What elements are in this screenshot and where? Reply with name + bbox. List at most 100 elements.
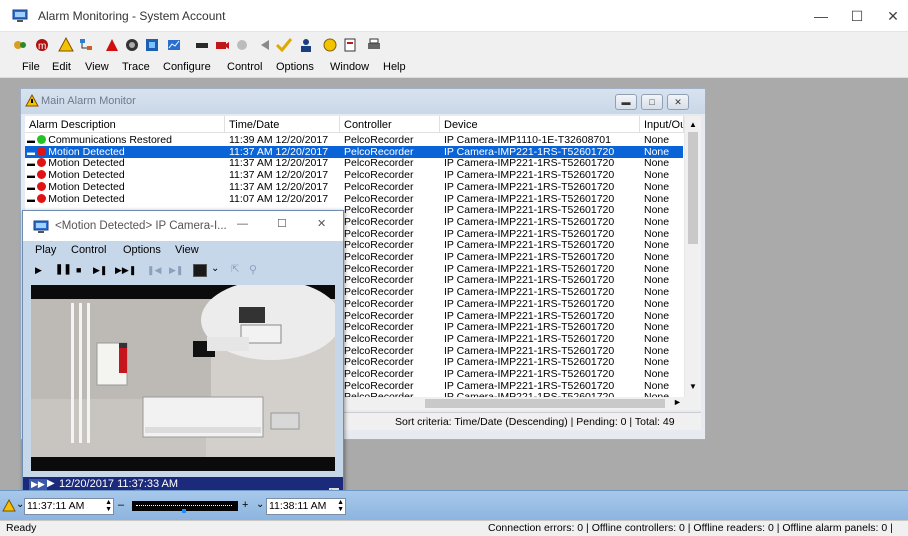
mdi-restore-button[interactable]: □	[641, 94, 663, 110]
status-alarm-icon	[37, 193, 47, 203]
table-row[interactable]: ▬ Motion Detected 11:37 AM 12/20/2017 Pelc…	[25, 145, 683, 158]
frame-forward-icon[interactable]: ▶❚	[169, 265, 183, 276]
mdi-minimize-button[interactable]: ▬	[615, 94, 637, 110]
controller-cell-text: PelcoRecorder	[344, 204, 414, 217]
frame-back-icon[interactable]: ❚◀	[147, 265, 161, 276]
input-output-cell: None	[644, 134, 682, 146]
menu-edit[interactable]: Edit	[52, 61, 71, 73]
input-output-cell-text: None	[644, 332, 670, 345]
controller-cell: PelcoRecorder	[344, 310, 439, 322]
table-row[interactable]: ▬ Motion Detected 11:07 AM 12/20/2017 Pelc…	[25, 193, 683, 205]
controller-cell-text: PelcoRecorder	[344, 227, 414, 240]
end-time-spinner[interactable]: 11:38:11 AM ▲ ▼	[266, 498, 346, 515]
video-maximize-button[interactable]: ☐	[277, 217, 287, 230]
input-output-cell: None	[644, 146, 682, 158]
start-time-spinner[interactable]: 11:37:11 AM ▲ ▼	[24, 498, 114, 515]
graphics-icon[interactable]	[142, 35, 161, 54]
column-header-controller[interactable]: Controller	[340, 116, 440, 133]
controller-cell-text: PelcoRecorder	[344, 332, 414, 345]
device-cell-text: IP Camera-IMP221-1RS-T52601720	[444, 344, 615, 357]
speed-icon[interactable]: ▶▶	[29, 479, 47, 490]
end-range-dropdown-icon[interactable]: ⌄	[256, 499, 264, 510]
status-alarm-icon	[37, 181, 47, 191]
skip-end-icon[interactable]: ▶▶❚	[115, 265, 136, 276]
menu-configure[interactable]: Configure	[163, 61, 211, 73]
hscroll-thumb[interactable]	[425, 399, 665, 408]
alarm-red-icon[interactable]	[102, 35, 121, 54]
pause-icon[interactable]: ❚❚	[55, 264, 72, 275]
report-icon[interactable]	[340, 35, 359, 54]
user-icon[interactable]	[296, 35, 315, 54]
zoom-icon[interactable]: ⚲	[249, 263, 257, 276]
video-menu-play[interactable]: Play	[35, 244, 56, 256]
menu-view[interactable]: View	[85, 61, 109, 73]
video-menu-options[interactable]: Options	[123, 244, 161, 256]
menu-file[interactable]: File	[22, 61, 40, 73]
menu-options[interactable]: Options	[276, 61, 314, 73]
arrow-icon[interactable]	[256, 35, 275, 54]
alarm-description-cell-text: Motion Detected	[48, 192, 125, 205]
device-cell: IP Camera-IMP221-1RS-T52601720	[444, 321, 639, 333]
video-frame[interactable]	[31, 285, 335, 471]
badge-icon[interactable]	[122, 35, 141, 54]
scroll-up-icon[interactable]: ▲	[689, 120, 697, 129]
acknowledge-icon[interactable]	[10, 35, 29, 54]
scroll-thumb[interactable]	[688, 132, 698, 244]
device-cell: IP Camera-IMP221-1RS-T52601720	[444, 157, 639, 169]
chevron-down-icon[interactable]: ⌄	[211, 263, 219, 274]
start-time-value: 11:37:11 AM	[27, 500, 85, 512]
table-row[interactable]: ▬ Communications Restored 11:39 AM 12/20/…	[25, 134, 683, 146]
range-slider-track[interactable]	[132, 501, 238, 513]
menu-window[interactable]: Window	[330, 61, 369, 73]
filter-icon[interactable]: m	[32, 35, 51, 54]
monitor-zone-icon[interactable]	[232, 35, 251, 54]
zoom-in-icon[interactable]: +	[242, 499, 248, 511]
video-minimize-button[interactable]: —	[237, 218, 248, 230]
scroll-down-icon[interactable]: ▼	[689, 382, 697, 391]
time-range-bar: ⌄ 11:37:11 AM ▲ ▼ – + ⌄ 11:38:11 AM ▲ ▼	[0, 490, 908, 520]
alarm-icon[interactable]	[56, 35, 75, 54]
end-spinner-arrows-icon[interactable]: ▲ ▼	[337, 499, 344, 513]
column-header-input-output[interactable]: Input/Ou	[640, 116, 684, 133]
menu-control[interactable]: Control	[227, 61, 262, 73]
camera-icon[interactable]	[212, 35, 231, 54]
controller-cell-text: PelcoRecorder	[344, 379, 414, 392]
zoom-out-icon[interactable]: –	[118, 499, 124, 511]
print-icon[interactable]	[364, 35, 383, 54]
video-close-button[interactable]: ✕	[317, 217, 326, 230]
controller-cell: PelcoRecorder	[344, 380, 439, 392]
fit-icon[interactable]: ⇱	[231, 264, 239, 275]
snapshot-icon[interactable]	[193, 264, 207, 277]
door-icon[interactable]	[192, 35, 211, 54]
device-cell: IP Camera-IMP221-1RS-T52601720	[444, 286, 639, 298]
video-menu-view[interactable]: View	[175, 244, 199, 256]
column-header-device[interactable]: Device	[440, 116, 640, 133]
input-output-cell: None	[644, 216, 682, 228]
play-icon[interactable]: ▶	[35, 265, 42, 276]
hierarchy-icon[interactable]	[76, 35, 95, 54]
video-menu-control[interactable]: Control	[71, 244, 106, 256]
table-row[interactable]: ▬ Motion Detected 11:37 AM 12/20/2017 Pelc…	[25, 157, 683, 169]
column-header-alarm-description[interactable]: Alarm Description	[25, 116, 225, 133]
menu-help[interactable]: Help	[383, 61, 406, 73]
mdi-close-button[interactable]: ✕	[667, 94, 689, 110]
close-button[interactable]: ✕	[870, 0, 908, 32]
end-time-value: 11:38:11 AM	[269, 500, 327, 512]
door-device-icon: ▬	[27, 159, 38, 169]
scroll-right-icon[interactable]: ►	[673, 397, 682, 407]
stop-icon[interactable]: ■	[76, 265, 81, 275]
range-slider-marker[interactable]	[182, 509, 186, 513]
table-row[interactable]: ▬ Motion Detected 11:37 AM 12/20/2017 Pelc…	[25, 169, 683, 181]
spinner-arrows-icon[interactable]: ▲ ▼	[105, 499, 112, 513]
check-icon[interactable]	[274, 35, 293, 54]
reports-icon[interactable]	[164, 35, 183, 54]
vertical-scrollbar[interactable]: ▲ ▼	[684, 116, 701, 410]
step-forward-icon[interactable]: ▶❚	[93, 265, 107, 276]
input-output-cell: None	[644, 239, 682, 251]
menu-trace[interactable]: Trace	[122, 61, 150, 73]
table-row[interactable]: ▬ Motion Detected 11:37 AM 12/20/2017 Pelc…	[25, 181, 683, 193]
time-icon[interactable]	[320, 35, 339, 54]
column-header-time-date[interactable]: Time/Date	[225, 116, 340, 133]
device-cell: IP Camera-IMP221-1RS-T52601720	[444, 356, 639, 368]
input-output-cell: None	[644, 298, 682, 310]
